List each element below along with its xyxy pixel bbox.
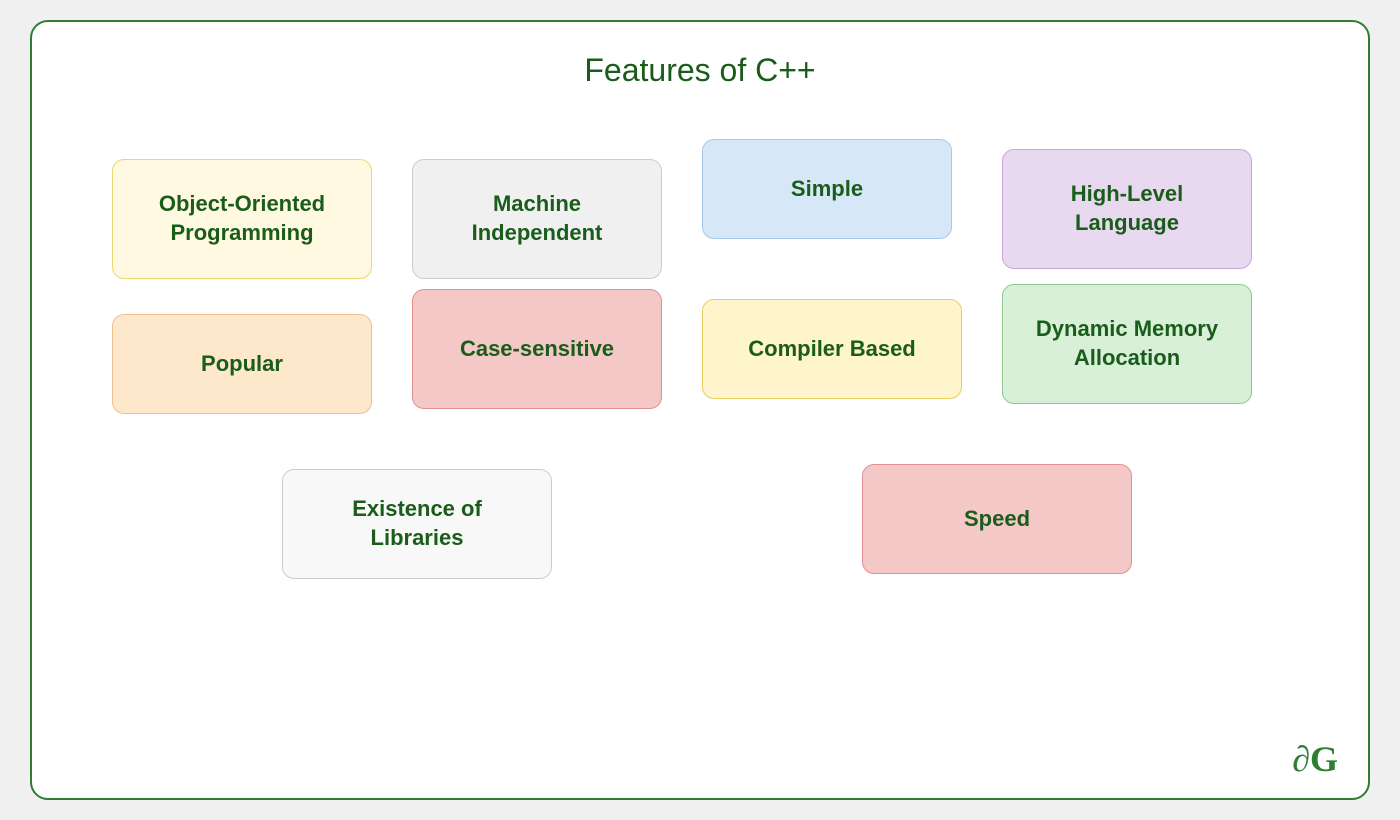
feature-dynamic: Dynamic Memory Allocation (1002, 284, 1252, 404)
feature-popular: Popular (112, 314, 372, 414)
feature-speed: Speed (862, 464, 1132, 574)
feature-oop: Object-Oriented Programming (112, 159, 372, 279)
feature-highlevel: High-Level Language (1002, 149, 1252, 269)
feature-simple: Simple (702, 139, 952, 239)
feature-casesensitive: Case-sensitive (412, 289, 662, 409)
feature-libraries: Existence of Libraries (282, 469, 552, 579)
features-grid: Object-Oriented Programming Machine Indep… (82, 129, 1318, 749)
page-title: Features of C++ (82, 52, 1318, 89)
logo: ∂G (1292, 738, 1338, 780)
feature-compiler: Compiler Based (702, 299, 962, 399)
main-card: Features of C++ Object-Oriented Programm… (30, 20, 1370, 800)
feature-machine: Machine Independent (412, 159, 662, 279)
